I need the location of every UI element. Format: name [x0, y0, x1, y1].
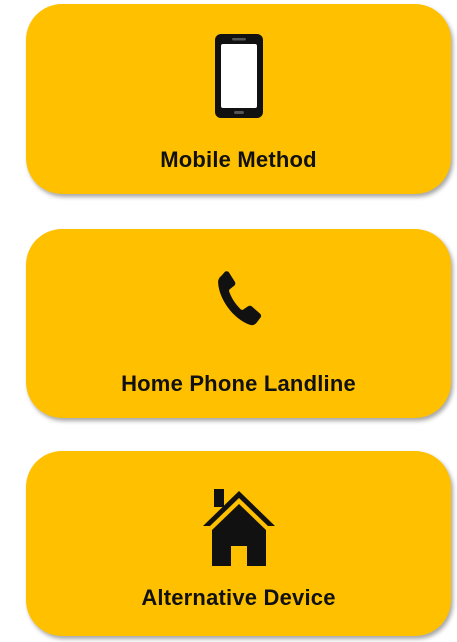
mobile-phone-icon — [214, 34, 263, 118]
verification-method-options: Mobile Method Home Phone Landline Altern… — [0, 0, 457, 642]
home-phone-landline-button[interactable]: Home Phone Landline — [26, 229, 451, 418]
mobile-method-label: Mobile Method — [160, 147, 317, 172]
telephone-handset-icon — [217, 271, 261, 326]
house-icon — [202, 489, 275, 566]
mobile-method-button[interactable]: Mobile Method — [26, 4, 451, 194]
alternative-device-button[interactable]: Alternative Device — [26, 451, 451, 636]
alternative-device-label: Alternative Device — [141, 585, 336, 610]
home-phone-landline-label: Home Phone Landline — [121, 371, 356, 396]
